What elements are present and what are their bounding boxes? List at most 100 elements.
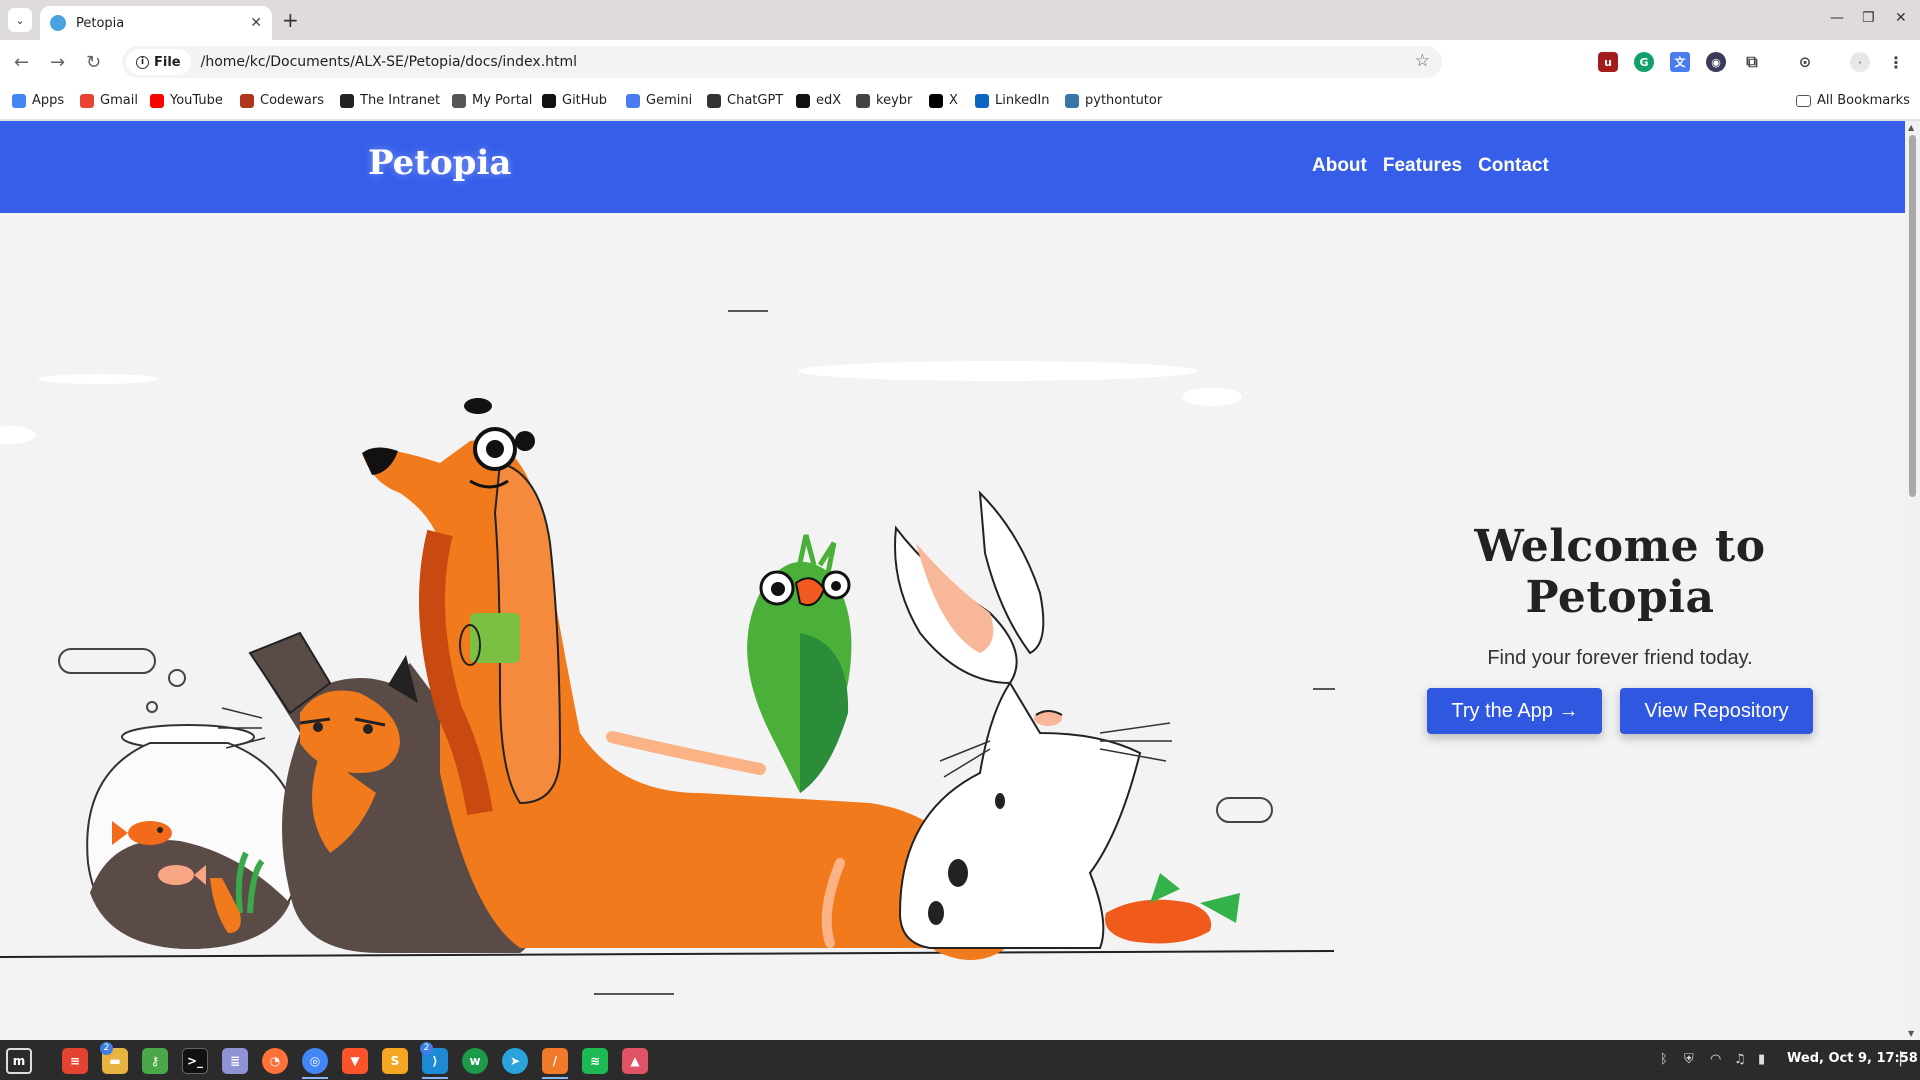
browser-toolbar: ← → ↻ i File /home/kc/Documents/ALX-SE/P… [0,40,1920,84]
grammarly-icon[interactable]: G [1634,52,1654,72]
tab-strip: ⌄ Petopia ✕ + — ❐ ✕ [0,0,1920,40]
carrot [1105,873,1240,944]
nav-features[interactable]: Features [1383,155,1462,177]
minimize-icon[interactable]: — [1830,10,1844,26]
view-repository-button[interactable]: View Repository [1620,688,1813,734]
bookmark-label: Gmail [100,93,138,108]
battery-icon[interactable]: ▮ [1758,1052,1765,1067]
bookmark-label: LinkedIn [995,93,1050,108]
bookmark-youtube[interactable]: YouTube [150,93,223,108]
bookmark-gemini[interactable]: Gemini [626,93,692,108]
back-icon[interactable]: ← [14,52,29,73]
menu-kebab-icon[interactable]: ⋮ [1886,52,1906,72]
bookmark-label: edX [816,93,842,108]
tab-title: Petopia [76,15,125,31]
profile-avatar-icon[interactable]: · [1850,52,1870,72]
scrollbar-thumb[interactable] [1909,135,1916,497]
chrome-icon[interactable]: ◎ [302,1048,328,1074]
bookmark-keybr[interactable]: keybr [856,93,912,108]
petopia-favicon-icon [50,15,66,31]
bookmark-edx[interactable]: edX [796,93,841,108]
cloud [38,374,158,384]
sublime-icon[interactable]: S [382,1048,408,1074]
url-text[interactable]: /home/kc/Documents/ALX-SE/Petopia/docs/i… [201,54,577,70]
tab-petopia[interactable]: Petopia ✕ [40,6,272,40]
screenshot-icon[interactable]: ⊙ [1795,52,1815,72]
bookmark-apps[interactable]: Apps [12,93,64,108]
bookmark-label: Codewars [260,93,324,108]
scroll-up-icon[interactable]: ▲ [1908,123,1914,132]
address-bar[interactable]: i File /home/kc/Documents/ALX-SE/Petopia… [122,46,1442,78]
bookmark-the-intranet[interactable]: The Intranet [340,93,440,108]
music-icon[interactable]: ♫ [1734,1052,1746,1067]
site-info-chip[interactable]: i File [126,49,191,75]
spotify-icon[interactable]: ≋ [582,1048,608,1074]
brave-icon[interactable]: ▼ [342,1048,368,1074]
close-tab-icon[interactable]: ✕ [250,15,262,31]
postman-icon[interactable]: / [542,1048,568,1074]
chatgpt-icon [707,93,721,108]
rabbit [894,490,1172,949]
keybr-icon [856,93,870,108]
bookmark-star-icon[interactable]: ☆ [1415,51,1430,71]
bookmark-my-portal[interactable]: My Portal [452,93,532,108]
extension-icon[interactable]: ◉ [1706,52,1726,72]
cloud [0,426,36,444]
bookmark-codewars[interactable]: Codewars [240,93,324,108]
codewars-icon [240,93,254,108]
extensions-puzzle-icon[interactable]: ⧉ [1742,52,1762,72]
scroll-down-icon[interactable]: ▼ [1908,1029,1914,1038]
mint-menu-icon[interactable]: m [6,1048,32,1074]
bookmark-github[interactable]: GitHub [542,93,607,108]
gmail-icon [80,93,94,108]
bookmark-pythontutor[interactable]: pythontutor [1065,93,1162,108]
try-app-button[interactable]: Try the App → [1427,688,1603,734]
site-info-label: File [154,54,181,70]
nav-about[interactable]: About [1312,155,1367,177]
site-logo[interactable]: Petopia [368,143,511,183]
all-bookmarks[interactable]: All Bookmarks [1796,93,1910,108]
restore-icon[interactable]: ❐ [1862,10,1875,26]
bookmark-label: keybr [876,93,913,108]
bookmark-linkedin[interactable]: LinkedIn [975,93,1049,108]
close-window-icon[interactable]: ✕ [1895,10,1907,26]
bookmark-gmail[interactable]: Gmail [80,93,138,108]
todoist-icon[interactable]: ≡ [62,1048,88,1074]
bluetooth-icon[interactable]: ᛒ [1660,1052,1668,1067]
shield-tray-icon[interactable]: ⛨ [1684,1052,1694,1067]
translate-icon[interactable]: 文 [1670,52,1690,72]
taskbar-clock[interactable]: Wed, Oct 9, 17:58 [1787,1051,1918,1066]
page-scrollbar[interactable]: ▲ ▼ [1905,121,1920,1040]
firefox-icon[interactable]: ◔ [262,1048,288,1074]
page-viewport: Petopia About Features Contact Welcome t… [0,121,1905,1040]
forward-icon[interactable]: → [50,52,65,73]
terminal-icon[interactable]: >_ [182,1048,208,1074]
notes-icon[interactable]: ≣ [222,1048,248,1074]
bookmark-label: ChatGPT [727,93,784,108]
bookmark-chatgpt[interactable]: ChatGPT [707,93,783,108]
parrot [747,534,852,793]
deco-pill [1216,797,1273,823]
show-desktop-icon[interactable]: ▏ [1900,1052,1910,1067]
reload-icon[interactable]: ↻ [86,52,101,73]
vscode-badge: 2 [420,1042,433,1055]
github-icon [542,93,556,108]
telegram-icon[interactable]: ➤ [502,1048,528,1074]
ublock-icon[interactable]: u [1598,52,1618,72]
bookmarks-bar: All Bookmarks Apps Gmail YouTube Codewars Th… [0,84,1920,120]
keyring-icon[interactable]: ⚷ [142,1048,168,1074]
new-tab-button[interactable]: + [282,8,299,32]
apps-grid-icon [12,93,26,108]
files-badge: 2 [100,1042,113,1055]
bookmark-x[interactable]: X [929,93,958,108]
tab-search-button[interactable]: ⌄ [8,8,32,32]
hero-subtitle: Find your forever friend today. [1487,647,1753,669]
vscode-active-indicator [422,1077,448,1079]
bookmark-label: YouTube [170,93,223,108]
nav-contact[interactable]: Contact [1478,155,1549,177]
bookmark-label: Apps [32,93,65,108]
image-viewer-icon[interactable]: ▲ [622,1048,648,1074]
whatsapp-icon[interactable]: w [462,1048,488,1074]
wifi-icon[interactable]: ◠ [1710,1052,1721,1067]
info-icon: i [136,55,149,69]
